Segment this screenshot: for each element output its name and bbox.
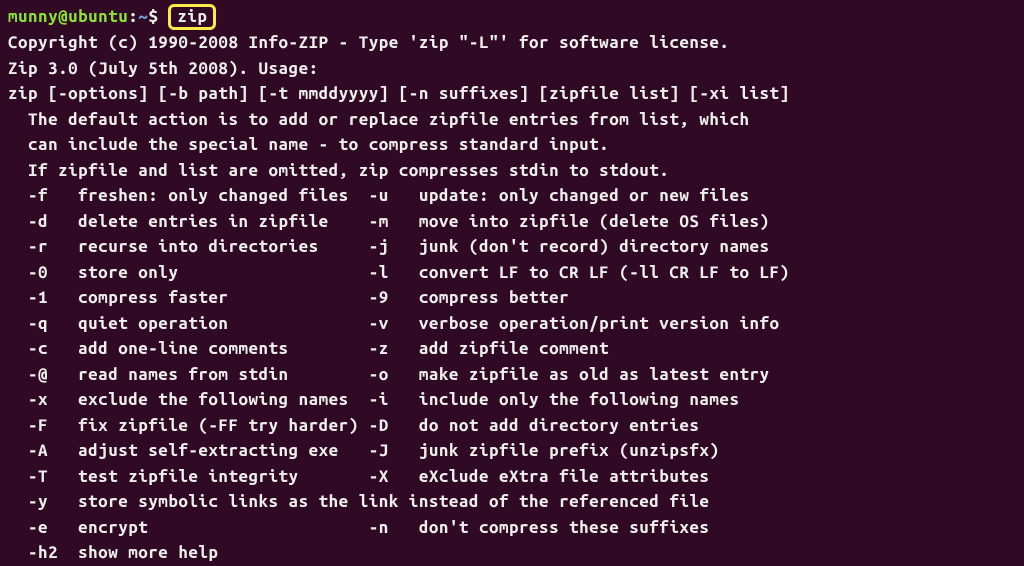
prompt-line[interactable]: munny@ubuntu:~$ zip <box>8 4 1016 30</box>
option-F: -F fix zipfile (-FF try harder) -D do no… <box>8 413 1016 439</box>
option-q: -q quiet operation -v verbose operation/… <box>8 311 1016 337</box>
prompt-path: ~ <box>138 7 148 26</box>
option-1: -1 compress faster -9 compress better <box>8 285 1016 311</box>
option-e: -e encrypt -n don't compress these suffi… <box>8 515 1016 541</box>
option-x: -x exclude the following names -i includ… <box>8 387 1016 413</box>
option-0: -0 store only -l convert LF to CR LF (-l… <box>8 260 1016 286</box>
command-input[interactable]: zip <box>168 4 216 30</box>
option-c: -c add one-line comments -z add zipfile … <box>8 336 1016 362</box>
option-h2: -h2 show more help <box>8 540 1016 566</box>
output-desc2: can include the special name - to compre… <box>8 132 1016 158</box>
prompt-colon: : <box>128 7 138 26</box>
option-at: -@ read names from stdin -o make zipfile… <box>8 362 1016 388</box>
output-syntax: zip [-options] [-b path] [-t mmddyyyy] [… <box>8 81 1016 107</box>
output-copyright: Copyright (c) 1990-2008 Info-ZIP - Type … <box>8 30 1016 56</box>
option-y: -y store symbolic links as the link inst… <box>8 489 1016 515</box>
output-version-usage: Zip 3.0 (July 5th 2008). Usage: <box>8 56 1016 82</box>
option-T: -T test zipfile integrity -X eXclude eXt… <box>8 464 1016 490</box>
prompt-dollar: $ <box>148 7 158 26</box>
option-A: -A adjust self-extracting exe -J junk zi… <box>8 438 1016 464</box>
output-desc1: The default action is to add or replace … <box>8 107 1016 133</box>
output-desc3: If zipfile and list are omitted, zip com… <box>8 158 1016 184</box>
option-r: -r recurse into directories -j junk (don… <box>8 234 1016 260</box>
option-d: -d delete entries in zipfile -m move int… <box>8 209 1016 235</box>
prompt-user-host: munny@ubuntu <box>8 7 128 26</box>
option-f: -f freshen: only changed files -u update… <box>8 183 1016 209</box>
